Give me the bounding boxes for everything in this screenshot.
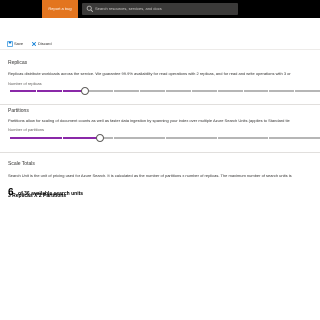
replicas-slider[interactable] <box>10 87 320 95</box>
report-bug-button[interactable]: Report a bug <box>42 0 78 18</box>
slider-step-gap <box>217 90 218 92</box>
top-bar: Report a bug Search resources, services,… <box>0 0 320 18</box>
slider-step-gap <box>62 137 63 139</box>
slider-step-gap <box>62 90 63 92</box>
replicas-description: Replicas distribute workloads across the… <box>8 71 291 76</box>
save-label: Save <box>14 41 24 46</box>
slider-step-gap <box>268 90 269 92</box>
save-icon <box>7 41 13 47</box>
scale-totals-title: Scale Totals <box>8 161 35 167</box>
section-divider <box>0 104 320 105</box>
slider-step-gap <box>191 90 192 92</box>
replicas-field-label: Number of replicas <box>8 81 42 86</box>
slider-step-gap <box>217 137 218 139</box>
slider-thumb[interactable] <box>81 87 89 95</box>
save-button[interactable]: Save <box>7 39 27 49</box>
search-icon <box>86 5 94 13</box>
slider-step-gap <box>36 90 37 92</box>
scale-formula: 3 Replicas X 2 Partitions <box>8 193 67 199</box>
discard-icon <box>31 41 37 47</box>
slider-step-gap <box>294 90 295 92</box>
slider-step-gap <box>243 90 244 92</box>
slider-fill <box>10 90 85 92</box>
slider-step-gap <box>165 137 166 139</box>
partitions-field-label: Number of partitions <box>8 127 45 132</box>
slider-step-gap <box>165 90 166 92</box>
scale-totals-description: Search Unit is the unit of pricing used … <box>8 173 292 178</box>
slider-step-gap <box>268 137 269 139</box>
discard-label: Discard <box>38 41 52 46</box>
global-search-box[interactable]: Search resources, services, and docs <box>82 3 238 15</box>
replicas-title: Replicas <box>8 60 28 66</box>
slider-thumb[interactable] <box>96 134 104 142</box>
partitions-description: Partitions allow for scaling of document… <box>8 118 290 123</box>
slider-step-gap <box>113 137 114 139</box>
slider-fill <box>10 137 100 139</box>
command-bar: Save Discard <box>0 38 320 50</box>
partitions-title: Partitions <box>8 108 29 114</box>
search-input[interactable]: Search resources, services, and docs <box>95 3 162 15</box>
slider-step-gap <box>113 90 114 92</box>
slider-step-gap <box>139 90 140 92</box>
discard-button[interactable]: Discard <box>31 39 57 49</box>
partitions-slider[interactable] <box>10 134 320 142</box>
section-divider <box>0 152 320 153</box>
